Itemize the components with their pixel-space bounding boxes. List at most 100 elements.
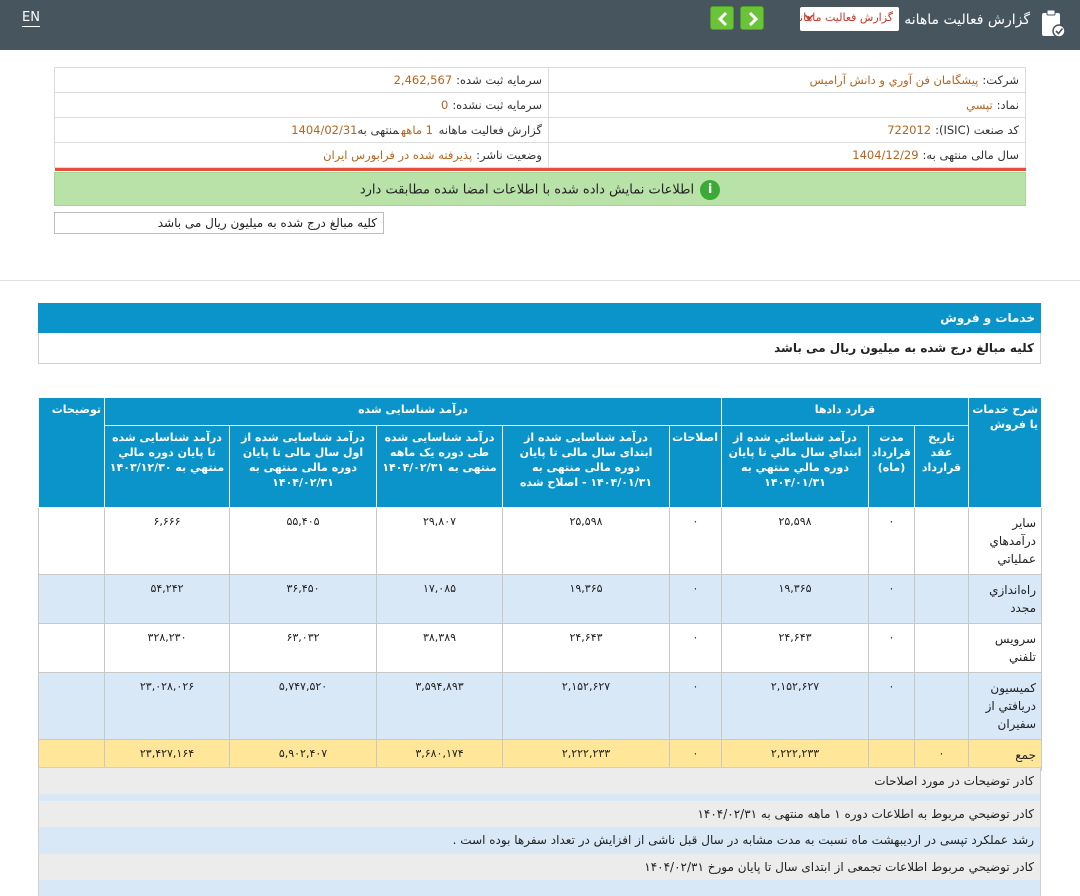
- total-c3: ۲,۲۲۲,۲۳۳: [502, 739, 671, 771]
- corrections-body: [38, 794, 1041, 801]
- period-comment-text: رشد عملکرد تپسی در اردیبهشت ماه نسبت به …: [38, 827, 1041, 854]
- total-contract-duration: [868, 739, 916, 771]
- fiscal-label: سال مالی منتهی به:: [922, 148, 1019, 162]
- total-row: جمع ۰ ۲,۲۲۲,۲۳۳ ۰ ۲,۲۲۲,۲۳۳ ۳,۶۸۰,۱۷۴ ۵,…: [38, 739, 1043, 771]
- row-c1: ۲۵,۵۹۸: [721, 507, 870, 575]
- header-contract-date: تاريخ عقد قرارداد: [914, 425, 970, 508]
- header-notes: توضیحات: [38, 397, 105, 508]
- header-c1: درآمد شناسائي شده از ابتداي سال مالي تا …: [721, 425, 870, 508]
- row-notes: [38, 623, 105, 673]
- symbol-value: تپسي: [966, 98, 993, 112]
- clipboard-icon: [1042, 9, 1066, 38]
- row-c1: ۲,۱۵۲,۶۲۷: [721, 672, 870, 740]
- header-c5: درآمد شناسایی شده از اول سال مالی تا پای…: [229, 425, 378, 508]
- total-c2: ۰: [669, 739, 723, 771]
- revenue-table: شرح خدمات یا فروش قرارد دادها درآمد شناس…: [38, 397, 1043, 771]
- chevron-down-icon: [804, 14, 814, 21]
- row-c5: ۶۳,۰۳۲: [229, 623, 378, 673]
- registered-capital-value: 2,462,567: [393, 73, 453, 87]
- status-value: پذيرفته شده در فرابورس ايران: [323, 148, 473, 162]
- header-contract-duration: مدت قرارداد (ماه): [868, 425, 916, 508]
- row-c1: ۲۴,۶۴۳: [721, 623, 870, 673]
- header-c2: اصلاحات: [669, 425, 723, 508]
- row-c4: ۳,۵۹۴,۸۹۳: [376, 672, 504, 740]
- fiscal-value: 1404/12/29: [852, 148, 919, 162]
- company-info: شرکت:پيشگامان فن آوري و دانش آراميس سرما…: [54, 67, 1026, 171]
- period-comment-title: کادر توضیحي مربوط به اطلاعات دوره ۱ ماهه…: [38, 801, 1041, 827]
- chevron-right-icon: [748, 11, 759, 27]
- company-value: پيشگامان فن آوري و دانش آراميس: [809, 73, 979, 87]
- page-title: گزارش فعالیت ماهانه: [904, 12, 1030, 28]
- table-row: ساير درآمدهاي عملياتي ۰ ۲۵,۵۹۸ ۰ ۲۵,۵۹۸ …: [38, 507, 1043, 575]
- status-label: وضعیت ناشر:: [476, 148, 542, 162]
- total-c6: ۲۳,۴۲۷,۱۶۴: [103, 739, 231, 771]
- section-title: خدمات و فروش: [38, 303, 1041, 333]
- row-c5: ۳۶,۴۵۰: [229, 574, 378, 624]
- total-notes: [38, 739, 105, 771]
- row-name: راه‌اندازي مجدد: [968, 574, 1043, 624]
- row-notes: [38, 574, 105, 624]
- row-c2: ۰: [669, 672, 723, 740]
- section-divider: [0, 280, 1080, 281]
- chevron-left-icon: [717, 11, 728, 27]
- row-c2: ۰: [669, 623, 723, 673]
- header-c3: درآمد شناسایی شده از ابتدای سال مالی تا …: [502, 425, 671, 508]
- cumulative-comment-body: [38, 880, 1041, 896]
- cumulative-comment-title: کادر توضیحي مربوط اطلاعات تجمعی از ابتدا…: [38, 854, 1041, 880]
- row-contract-duration: ۰: [868, 623, 916, 673]
- red-divider: [54, 167, 1026, 171]
- period-value-b: 1404/02/31: [291, 123, 358, 137]
- row-contract-date: [914, 574, 970, 624]
- language-link[interactable]: EN: [22, 10, 40, 27]
- unregistered-capital-label: سرمایه ثبت نشده:: [452, 98, 542, 112]
- row-contract-duration: ۰: [868, 574, 916, 624]
- total-name: جمع: [968, 739, 1043, 771]
- header-desc: شرح خدمات یا فروش: [968, 397, 1043, 508]
- report-type-select[interactable]: گزارش فعالیت ماهانه: [800, 7, 899, 31]
- header-revenue: درآمد شناسایی شده: [103, 397, 723, 426]
- period-label-b: منتهی به: [357, 123, 399, 137]
- period-value-a: 1 ماهه: [400, 123, 433, 137]
- row-c2: ۰: [669, 507, 723, 575]
- prev-button[interactable]: [710, 6, 734, 30]
- top-bar: EN گزارش فعالیت ماهانه گزارش فعالیت ماها…: [0, 0, 1080, 50]
- row-name: ساير درآمدهاي عملياتي: [968, 507, 1043, 575]
- row-c3: ۲۴,۶۴۳: [502, 623, 671, 673]
- row-c2: ۰: [669, 574, 723, 624]
- unregistered-capital-value: 0: [440, 98, 449, 112]
- row-contract-date: [914, 672, 970, 740]
- company-label: شرکت:: [982, 73, 1019, 87]
- row-notes: [38, 672, 105, 740]
- row-contract-date: [914, 507, 970, 575]
- row-c4: ۱۷,۰۸۵: [376, 574, 504, 624]
- row-name: سرويس تلفني: [968, 623, 1043, 673]
- row-c6: ۶,۶۶۶: [103, 507, 231, 575]
- row-c4: ۲۹,۸۰۷: [376, 507, 504, 575]
- header-c4: درآمد شناسایی شده طی دوره یک ماهه منتهی …: [376, 425, 504, 508]
- row-c3: ۲,۱۵۲,۶۲۷: [502, 672, 671, 740]
- row-c5: ۵۵,۴۰۵: [229, 507, 378, 575]
- isic-value: 722012: [887, 123, 932, 137]
- row-c3: ۲۵,۵۹۸: [502, 507, 671, 575]
- header-contracts: قرارد دادها: [721, 397, 970, 426]
- verified-banner: i اطلاعات نمایش داده شده با اطلاعات امضا …: [54, 172, 1026, 206]
- table-row: سرويس تلفني ۰ ۲۴,۶۴۳ ۰ ۲۴,۶۴۳ ۳۸,۳۸۹ ۶۳,…: [38, 623, 1043, 673]
- row-contract-duration: ۰: [868, 507, 916, 575]
- row-c5: ۵,۷۴۷,۵۲۰: [229, 672, 378, 740]
- total-contract-date: ۰: [914, 739, 970, 771]
- total-c4: ۳,۶۸۰,۱۷۴: [376, 739, 504, 771]
- row-c6: ۵۴,۲۴۲: [103, 574, 231, 624]
- row-c1: ۱۹,۳۶۵: [721, 574, 870, 624]
- row-contract-date: [914, 623, 970, 673]
- row-c6: ۳۲۸,۲۳۰: [103, 623, 231, 673]
- row-notes: [38, 507, 105, 575]
- period-label-a: گزارش فعالیت ماهانه: [438, 123, 542, 137]
- registered-capital-label: سرمایه ثبت شده:: [456, 73, 542, 87]
- corrections-title: کادر توضیحات در مورد اصلاحات: [38, 767, 1041, 794]
- next-button[interactable]: [740, 6, 764, 30]
- total-c1: ۲,۲۲۲,۲۳۳: [721, 739, 870, 771]
- row-c6: ۲۳,۰۲۸,۰۲۶: [103, 672, 231, 740]
- row-c3: ۱۹,۳۶۵: [502, 574, 671, 624]
- table-row: کميسيون دريافتي از سفيران ۰ ۲,۱۵۲,۶۲۷ ۰ …: [38, 672, 1043, 740]
- total-c5: ۵,۹۰۲,۴۰۷: [229, 739, 378, 771]
